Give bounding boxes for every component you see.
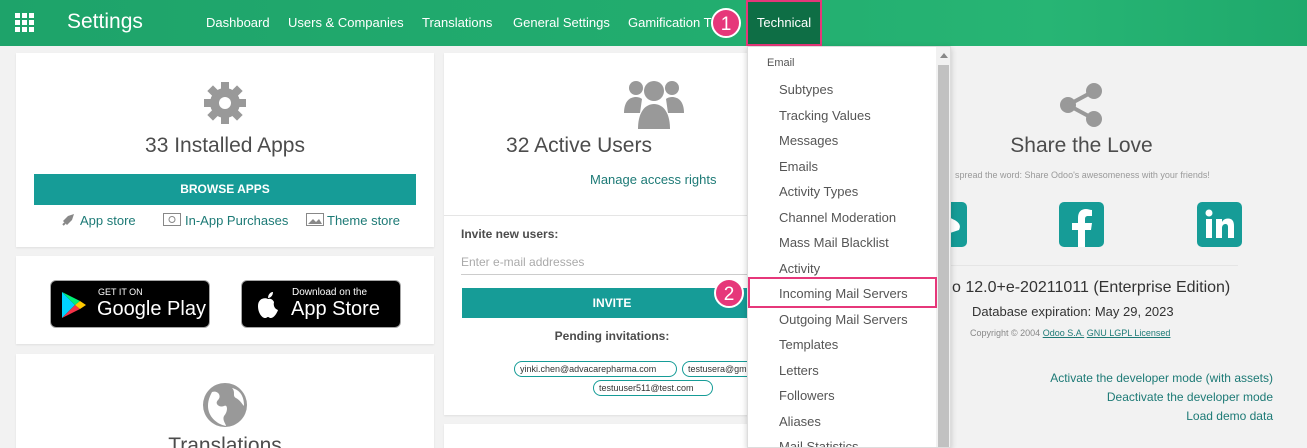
- odoo-sa-link[interactable]: Odoo S.A.: [1043, 328, 1085, 338]
- step-marker-2: 2: [714, 278, 744, 308]
- installed-apps-card: 33 Installed Apps BROWSE APPS App store …: [16, 53, 434, 247]
- translations-card: Translations: [16, 354, 434, 448]
- copyright-text: Copyright © 2004 Odoo S.A. GNU LGPL Lice…: [970, 328, 1170, 338]
- highlight-incoming-mail-servers: [748, 277, 937, 308]
- rocket-icon: [62, 214, 74, 226]
- lgpl-license-link[interactable]: GNU LGPL Licensed: [1087, 328, 1171, 338]
- menu-users-companies[interactable]: Users & Companies: [288, 0, 404, 46]
- theme-store-link[interactable]: Theme store: [327, 213, 400, 228]
- menu-general-settings[interactable]: General Settings: [513, 0, 610, 46]
- menu-item-channel-moderation[interactable]: Channel Moderation: [779, 210, 896, 225]
- menu-item-subtypes[interactable]: Subtypes: [779, 82, 833, 97]
- menu-item-messages[interactable]: Messages: [779, 133, 838, 148]
- gear-icon: [204, 82, 246, 124]
- google-play-large: Google Play: [97, 298, 206, 320]
- dropdown-section-email: Email: [767, 57, 795, 69]
- in-app-purchases-link[interactable]: In-App Purchases: [185, 213, 288, 228]
- menu-item-mass-mail-blacklist[interactable]: Mass Mail Blacklist: [779, 235, 889, 250]
- menu-technical[interactable]: Technical: [746, 0, 822, 46]
- menu-item-activity[interactable]: Activity: [779, 261, 820, 276]
- menu-item-tracking-values[interactable]: Tracking Values: [779, 108, 871, 123]
- top-navbar: Settings Dashboard Users & Companies Tra…: [0, 0, 1307, 46]
- divider: [444, 215, 764, 216]
- app-store-link[interactable]: App store: [80, 213, 136, 228]
- bottom-card: [444, 424, 764, 448]
- google-play-button[interactable]: GET IT ON Google Play: [50, 280, 210, 328]
- app-store-small: Download on the: [292, 287, 368, 298]
- deactivate-developer-mode-link[interactable]: Deactivate the developer mode: [1107, 390, 1273, 404]
- google-play-small: GET IT ON: [98, 287, 143, 297]
- pending-invitations-label: Pending invitations:: [554, 329, 670, 343]
- load-demo-data-link[interactable]: Load demo data: [1186, 409, 1273, 423]
- app-store-large: App Store: [291, 298, 380, 320]
- share-subtitle: spread the word: Share Odoo's awesomenes…: [955, 170, 1210, 180]
- translations-title: Translations: [168, 434, 282, 448]
- picture-icon: [306, 213, 324, 226]
- step-marker-1: 1: [711, 8, 741, 38]
- google-play-icon: [62, 292, 86, 318]
- divider: [945, 265, 1238, 266]
- mobile-stores-card: GET IT ON Google Play Download on the Ap…: [16, 256, 434, 344]
- menu-item-aliases[interactable]: Aliases: [779, 414, 821, 429]
- installed-apps-title: 33 Installed Apps: [145, 134, 305, 157]
- menu-item-templates[interactable]: Templates: [779, 337, 838, 352]
- app-title: Settings: [67, 10, 143, 33]
- activate-developer-mode-assets-link[interactable]: Activate the developer mode (with assets…: [1050, 371, 1273, 385]
- menu-item-activity-types[interactable]: Activity Types: [779, 184, 858, 199]
- active-users-title: 32 Active Users: [506, 134, 652, 157]
- money-icon: [163, 213, 181, 226]
- menu-item-mail-statistics[interactable]: Mail Statistics: [779, 439, 858, 447]
- menu-item-letters[interactable]: Letters: [779, 363, 819, 378]
- active-users-card: 32 Active Users Manage access rights Inv…: [444, 53, 764, 415]
- scrollbar-thumb[interactable]: [938, 65, 949, 447]
- share-icon: [1060, 83, 1102, 127]
- menu-translations[interactable]: Translations: [422, 0, 492, 46]
- browse-apps-button[interactable]: BROWSE APPS: [34, 174, 416, 205]
- dropdown-scrollbar[interactable]: [936, 47, 950, 447]
- invite-new-users-label: Invite new users:: [461, 227, 559, 241]
- database-expiration: Database expiration: May 29, 2023: [972, 304, 1174, 319]
- apps-grid-icon[interactable]: [15, 13, 35, 33]
- apple-icon: [258, 292, 278, 318]
- manage-access-rights-link[interactable]: Manage access rights: [590, 172, 716, 187]
- menu-dashboard[interactable]: Dashboard: [206, 0, 270, 46]
- users-icon: [624, 81, 684, 129]
- version-text: o 12.0+e-20211011 (Enterprise Edition): [952, 279, 1231, 296]
- share-card: Share the Love: [940, 53, 1223, 448]
- technical-dropdown-menu: Email Subtypes Tracking Values Messages …: [747, 46, 951, 448]
- linkedin-icon[interactable]: [1197, 202, 1242, 247]
- menu-item-outgoing-mail-servers[interactable]: Outgoing Mail Servers: [779, 312, 908, 327]
- copyright-prefix: Copyright © 2004: [970, 328, 1041, 338]
- pending-invitation-pill[interactable]: testuuser511@test.com: [593, 380, 713, 396]
- pending-invitation-pill[interactable]: yinki.chen@advacarepharma.com: [514, 361, 677, 377]
- scroll-up-arrow-icon[interactable]: [940, 53, 948, 58]
- share-the-love-title: Share the Love: [1010, 134, 1153, 157]
- invite-email-input[interactable]: [461, 249, 751, 275]
- facebook-icon[interactable]: [1059, 202, 1104, 247]
- app-store-button[interactable]: Download on the App Store: [241, 280, 401, 328]
- globe-icon: [203, 383, 247, 427]
- menu-item-emails[interactable]: Emails: [779, 159, 818, 174]
- menu-gamification-tools[interactable]: Gamification T: [628, 0, 712, 46]
- menu-item-followers[interactable]: Followers: [779, 388, 835, 403]
